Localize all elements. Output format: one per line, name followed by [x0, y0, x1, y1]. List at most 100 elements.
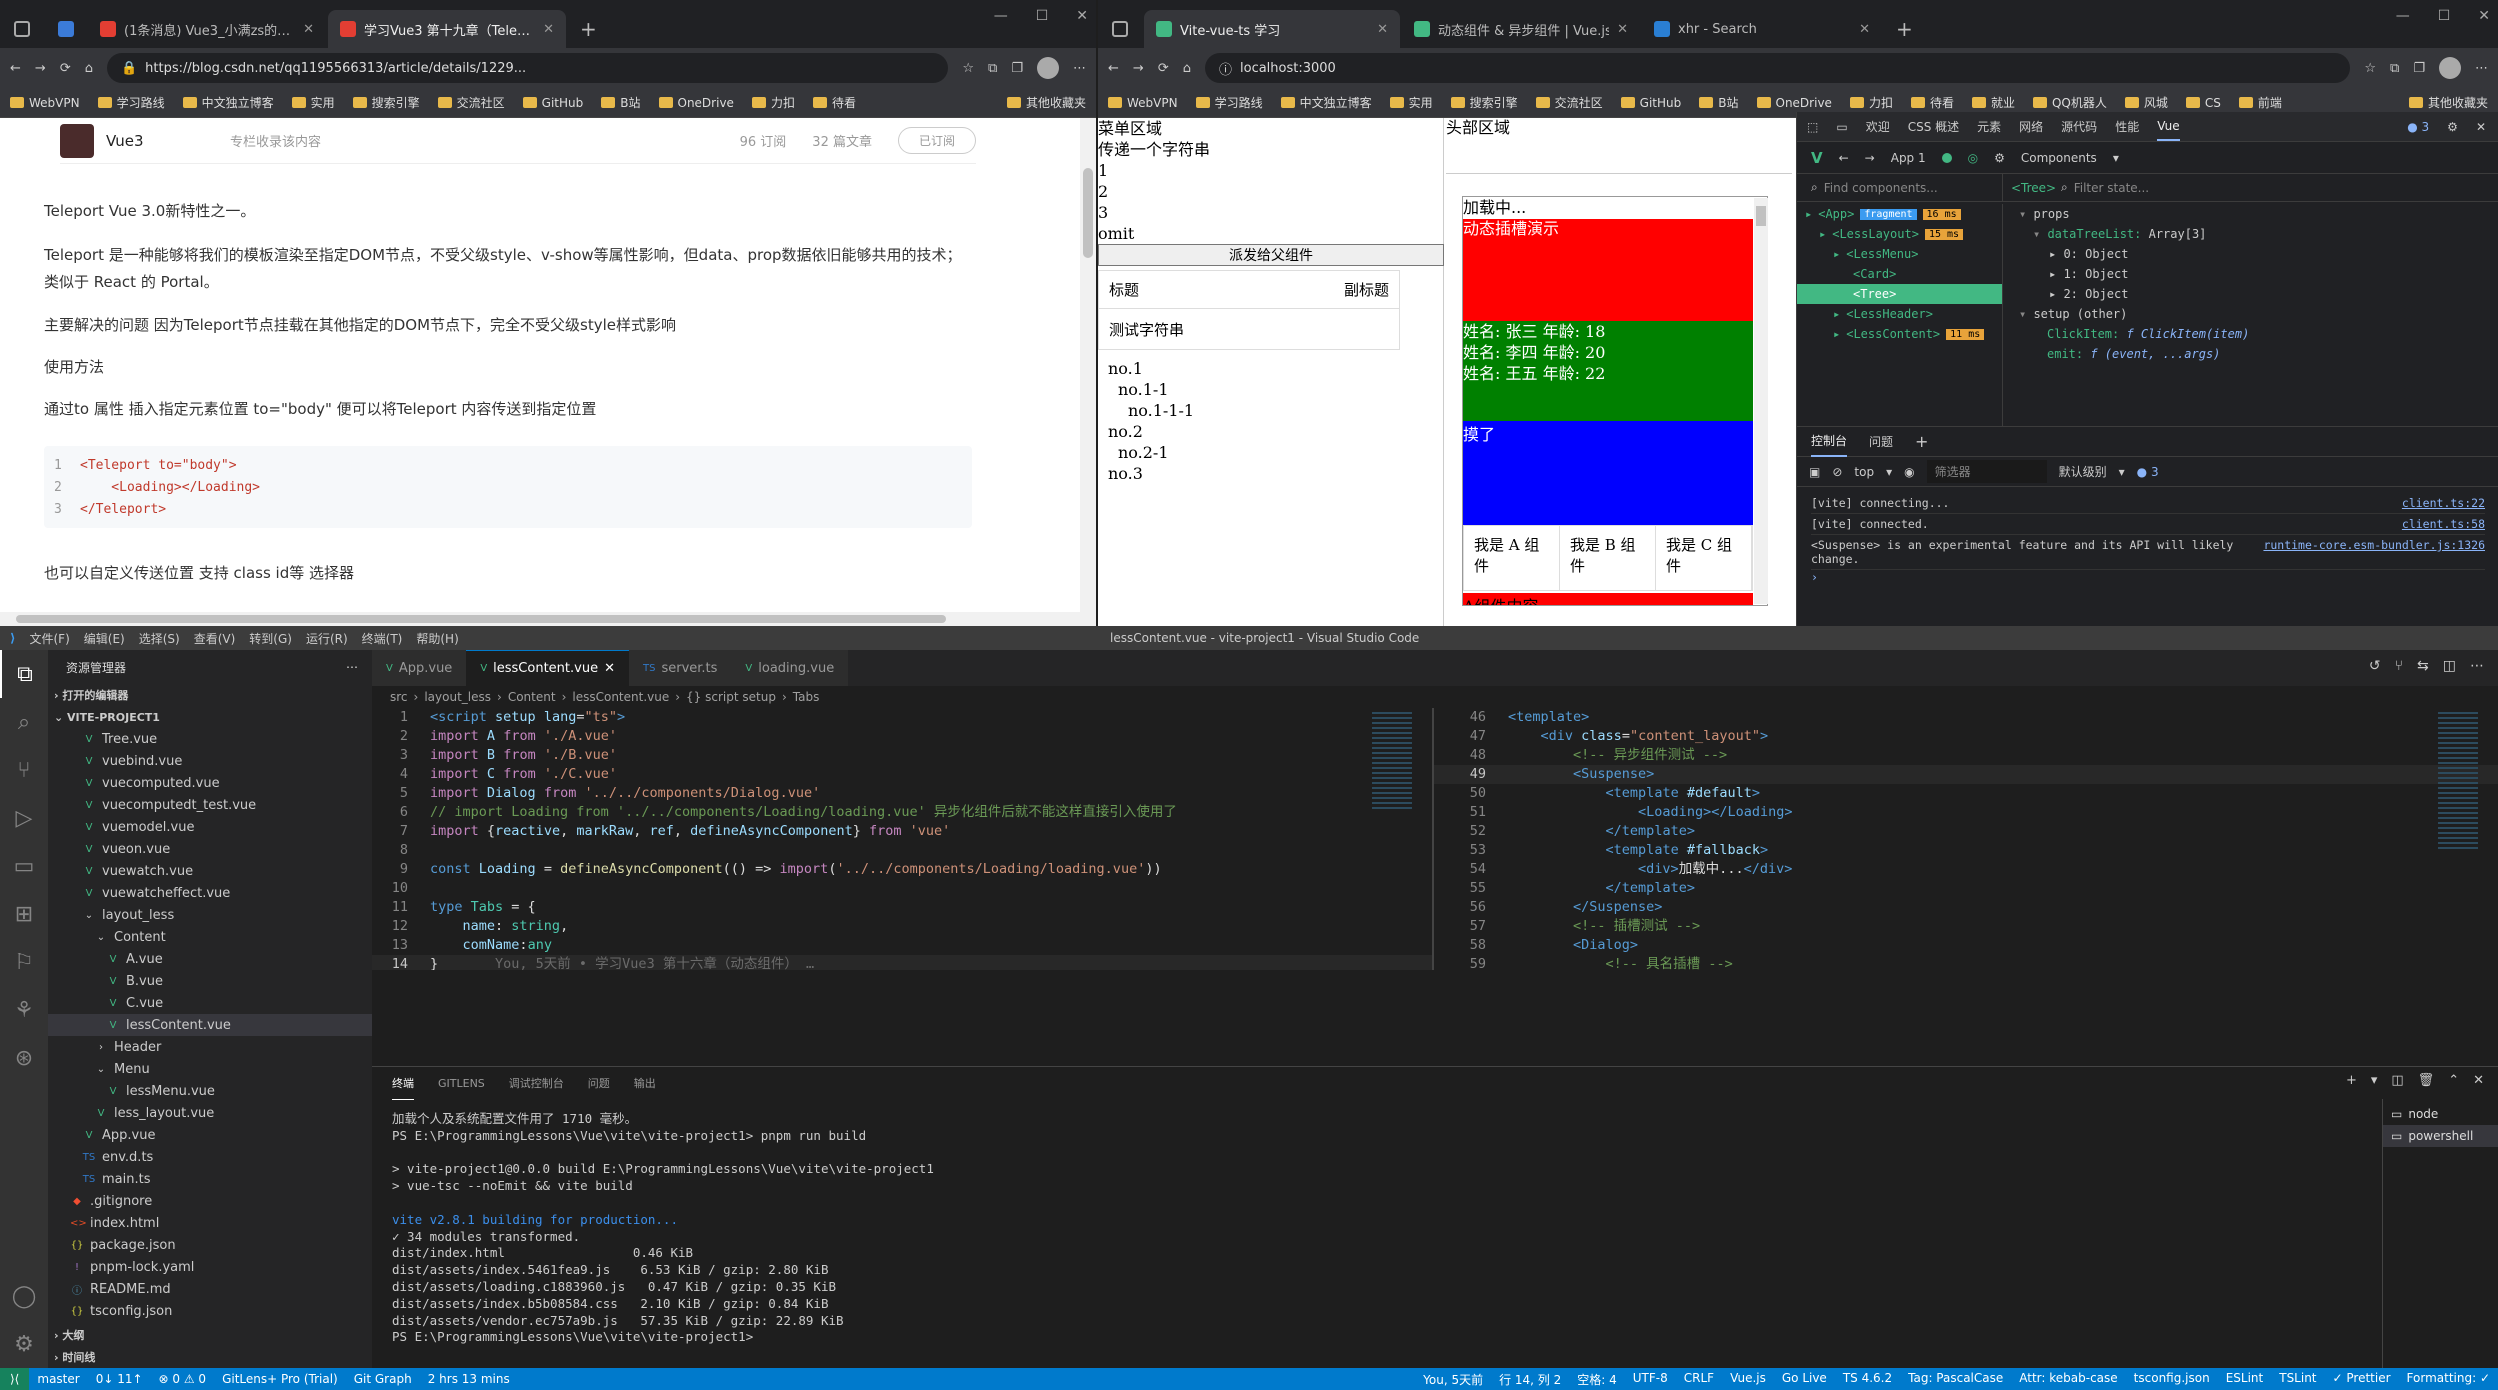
status-item[interactable]: UTF-8	[1625, 1371, 1676, 1388]
file-item[interactable]: ! pnpm-lock.yaml	[48, 1256, 372, 1278]
panel-tab[interactable]: 输出	[634, 1075, 656, 1091]
file-item[interactable]: <> index.html	[48, 1212, 372, 1234]
explorer-icon[interactable]: ⧉	[0, 650, 48, 698]
project-section[interactable]: ⌄ VITE-PROJECT1	[48, 706, 372, 728]
back-icon[interactable]: ←	[1108, 61, 1119, 76]
bookmarks-icon[interactable]: ⚐	[0, 938, 48, 986]
scrollbar-thumb[interactable]	[1083, 168, 1093, 258]
send-to-parent-button[interactable]: 派发给父组件	[1098, 244, 1444, 266]
profile-avatar[interactable]	[1037, 57, 1059, 79]
minimap[interactable]	[2438, 712, 2478, 852]
close-icon[interactable]: ✕	[1859, 22, 1870, 37]
bookmark-item[interactable]: 学习路线	[1195, 94, 1263, 111]
status-item[interactable]: master	[29, 1372, 87, 1386]
close-icon[interactable]: ✕	[1617, 22, 1628, 37]
app-selector[interactable]: App 1	[1891, 151, 1926, 165]
file-item[interactable]: ⌄ Menu	[48, 1058, 372, 1080]
bookmark-item[interactable]: 实用	[1389, 94, 1433, 111]
file-item[interactable]: V App.vue	[48, 1124, 372, 1146]
devtools-tab[interactable]: 元素	[1977, 118, 2001, 135]
file-item[interactable]: Vvuebind.vue	[48, 750, 372, 772]
bookmark-item[interactable]: 就业	[1971, 94, 2015, 111]
address-bar[interactable]: ⓘ localhost:3000	[1204, 53, 2351, 83]
file-item[interactable]: Vvuewatch.vue	[48, 860, 372, 882]
editor-left[interactable]: 1 <script setup lang="ts"> 2 import A from …	[372, 708, 1432, 970]
bookmark-item[interactable]: QQ机器人	[2032, 94, 2107, 111]
close-icon[interactable]: ✕	[604, 661, 615, 676]
timeline-icon[interactable]: ◎	[1968, 151, 1978, 165]
tree-node[interactable]: no.3	[1108, 463, 1443, 484]
status-item[interactable]: Attr: kebab-case	[2011, 1371, 2125, 1388]
more-icon[interactable]: ⋯	[346, 660, 358, 674]
tab-vite-app[interactable]: Vite-vue-ts 学习 ✕	[1144, 10, 1400, 48]
chevron-down-icon[interactable]: ▾	[2113, 151, 2119, 165]
tab-sidebar-toggle[interactable]	[6, 10, 44, 48]
other-bookmarks[interactable]: 其他收藏夹	[2408, 94, 2488, 111]
bookmark-item[interactable]: 搜索引擎	[352, 94, 420, 111]
horizontal-scrollbar[interactable]	[0, 612, 1096, 626]
bookmark-item[interactable]: OneDrive	[1756, 96, 1832, 110]
breadcrumb-item[interactable]: Tabs	[793, 690, 820, 704]
reload-icon[interactable]: ⟳	[1158, 61, 1169, 76]
back-icon[interactable]: ←	[1839, 151, 1849, 165]
console-filter-input[interactable]: 筛选器	[1926, 460, 2047, 483]
terminal-output[interactable]: 加载个人及系统配置文件用了 1710 毫秒。 PS E:\ProgrammingL…	[392, 1111, 2372, 1346]
bookmark-item[interactable]: B站	[1699, 94, 1739, 111]
status-item[interactable]: TSLint	[2271, 1371, 2324, 1388]
bookmark-item[interactable]: GitHub	[1620, 96, 1681, 110]
more-icon[interactable]: ⋯	[2475, 61, 2488, 76]
file-item[interactable]: Vvuecomputed.vue	[48, 772, 372, 794]
bookmark-item[interactable]: 力扣	[1849, 94, 1893, 111]
close-icon[interactable]: ✕	[303, 22, 314, 37]
log-level-select[interactable]: 默认级别	[2059, 463, 2107, 480]
history-icon[interactable]: ↺	[2369, 658, 2381, 674]
tab-bing-search[interactable]: xhr - Search ✕	[1642, 10, 1882, 48]
extensions-icon[interactable]: ⧉	[988, 61, 997, 76]
status-item[interactable]: Git Graph	[346, 1372, 420, 1386]
bookmark-item[interactable]: OneDrive	[658, 96, 734, 110]
gitlens-icon[interactable]: ⚘	[0, 986, 48, 1034]
tree-node[interactable]: no.1	[1108, 358, 1443, 379]
panel-tab[interactable]: 终端	[392, 1067, 414, 1100]
breadcrumb-item[interactable]: lessContent.vue	[572, 690, 669, 704]
menu-item[interactable]: 查看(V)	[194, 630, 236, 647]
inspect-icon[interactable]: ⬚	[1807, 120, 1818, 134]
status-item[interactable]: TS 4.6.2	[1835, 1371, 1900, 1388]
more-icon[interactable]: ⋯	[2470, 658, 2484, 674]
menu-item[interactable]: 编辑(E)	[84, 630, 125, 647]
file-item[interactable]: V C.vue	[48, 992, 372, 1014]
devtools-tab[interactable]: 性能	[2115, 118, 2139, 135]
bookmark-item[interactable]: CS	[2185, 96, 2221, 110]
bookmark-item[interactable]: WebVPN	[10, 96, 80, 110]
setup-section[interactable]: ▾ setup (other)	[2019, 304, 2497, 324]
terminal-instance[interactable]: ▭ powershell	[2383, 1125, 2498, 1147]
filter-state-input[interactable]: Filter state...	[2068, 181, 2498, 195]
gitlens-compare-icon[interactable]: ⑂	[2395, 658, 2403, 674]
close-window-icon[interactable]: ✕	[1076, 8, 1088, 24]
terminal-instance[interactable]: ▭ node	[2383, 1103, 2498, 1125]
column-name[interactable]: Vue3	[106, 132, 230, 150]
eye-icon[interactable]: ◉	[1904, 465, 1914, 479]
file-item[interactable]: Vvuecomputedt_test.vue	[48, 794, 372, 816]
new-tab-button[interactable]: +	[1884, 10, 1925, 48]
back-icon[interactable]: ←	[10, 61, 21, 76]
bookmark-item[interactable]: B站	[601, 94, 641, 111]
open-changes-icon[interactable]: ⇆	[2417, 658, 2429, 674]
status-item[interactable]: 2 hrs 13 mins	[420, 1372, 518, 1386]
bookmark-item[interactable]: 学习路线	[97, 94, 165, 111]
menu-item[interactable]: 运行(R)	[306, 630, 348, 647]
file-item[interactable]: V A.vue	[48, 948, 372, 970]
menu-item[interactable]: 帮助(H)	[416, 630, 458, 647]
editor-right[interactable]: 46 <template> 47 <div class="content_layou…	[1434, 708, 2498, 970]
component-tab[interactable]: 我是 B 组件	[1560, 526, 1656, 590]
clear-console-icon[interactable]: ⊘	[1832, 465, 1842, 479]
close-icon[interactable]: ✕	[2473, 1073, 2484, 1088]
home-icon[interactable]: ⌂	[85, 61, 93, 76]
file-item[interactable]: V Tree.vue	[48, 728, 372, 750]
run-debug-icon[interactable]: ▷	[0, 794, 48, 842]
editor-tab[interactable]: Vloading.vue	[731, 650, 849, 686]
editor-tab[interactable]: VlessContent.vue ✕	[466, 650, 629, 686]
tab-console[interactable]: 控制台	[1811, 426, 1848, 457]
component-tab[interactable]: 我是 C 组件	[1656, 526, 1752, 590]
prop-row[interactable]: ▾ dataTreeList: Array[3]	[2019, 224, 2497, 244]
